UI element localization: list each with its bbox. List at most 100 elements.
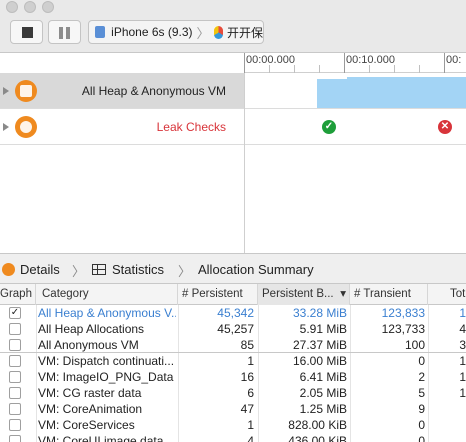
table-row[interactable]: VM: Dispatch continuati... 1 16.00 MiB 0 1	[0, 353, 466, 369]
total-count-cell: 3	[459, 338, 466, 352]
ruler-minor-tick	[394, 65, 395, 73]
graph-checkbox[interactable]: ✓	[9, 307, 21, 319]
graph-checkbox[interactable]	[9, 419, 21, 431]
track-name: All Heap & Anonymous VM	[81, 83, 226, 98]
persistent-bytes-cell: 5.91 MiB	[299, 322, 347, 336]
track-leak-checks[interactable]: Leak Checks	[0, 109, 244, 145]
time-ruler[interactable]: 00:00.000 00:10.000 00:	[244, 53, 466, 73]
persistent-bytes-cell: 33.28 MiB	[292, 306, 347, 320]
table-row[interactable]: ✓ All Heap & Anonymous V... 45,342 33.28 Mi…	[0, 305, 466, 321]
persistent-count-cell: 1	[247, 418, 254, 432]
track-name: Leak Checks	[156, 119, 226, 134]
leak-check-ok-icon[interactable]: ✓	[322, 120, 336, 134]
persistent-count-cell: 4	[247, 434, 254, 442]
chevron-right-icon: 〉	[72, 264, 86, 279]
transient-count-cell: 5	[418, 386, 425, 400]
app-name: 开开保	[226, 25, 263, 40]
ruler-minor-tick	[369, 65, 370, 73]
ruler-minor-tick	[269, 65, 270, 73]
table-row[interactable]: VM: CoreServices 1 828.00 KiB 0	[0, 417, 466, 433]
sort-descending-icon: ▾	[340, 288, 346, 300]
category-cell: VM: CoreAnimation	[38, 402, 143, 416]
graph-checkbox[interactable]	[9, 355, 21, 367]
column-header-category[interactable]: Category	[36, 284, 178, 305]
category-cell: VM: CG raster data	[38, 386, 142, 400]
toolbar: iPhone 6s (9.3) 〉 开开保	[0, 0, 466, 53]
track-graph-all-heap[interactable]	[245, 73, 466, 109]
persistent-count-cell: 16	[240, 370, 254, 384]
graph-checkbox[interactable]	[9, 387, 21, 399]
persistent-bytes-cell: 16.00 MiB	[292, 354, 347, 368]
persistent-count-cell: 85	[240, 338, 254, 352]
pause-icon-bar	[66, 27, 70, 39]
track-graph-leak-checks[interactable]: ✓ ✕	[245, 109, 466, 145]
chevron-right-icon: 〉	[178, 264, 192, 279]
target-selector[interactable]: iPhone 6s (9.3) 〉 开开保	[88, 20, 264, 44]
ruler-minor-tick	[294, 65, 295, 73]
table-row[interactable]: VM: CoreUI image data 4 436.00 KiB 0	[0, 433, 466, 442]
allocations-icon	[15, 79, 37, 102]
transient-count-cell: 0	[418, 418, 425, 432]
transient-count-cell: 0	[418, 434, 425, 442]
ruler-label: 00:00.000	[246, 54, 295, 66]
total-count-cell: 1	[459, 354, 466, 368]
persistent-bytes-cell: 27.37 MiB	[292, 338, 347, 352]
breadcrumb-separator: 〉	[196, 25, 210, 41]
table-row[interactable]: VM: CG raster data 6 2.05 MiB 5 1	[0, 385, 466, 401]
stop-icon	[22, 27, 33, 38]
transient-count-cell: 100	[404, 338, 425, 352]
persistent-count-cell: 6	[247, 386, 254, 400]
jumpbar-details[interactable]: Details	[20, 262, 60, 277]
category-cell: VM: Dispatch continuati...	[38, 354, 175, 368]
ruler-tick	[244, 53, 245, 73]
device-name: iPhone 6s (9.3)	[111, 25, 193, 39]
total-count-cell: 1	[459, 386, 466, 400]
category-cell: All Anonymous VM	[38, 338, 139, 352]
graph-checkbox[interactable]	[9, 339, 21, 351]
ruler-label: 00:10.000	[346, 54, 395, 66]
graph-checkbox[interactable]	[9, 371, 21, 383]
jumpbar-statistics[interactable]: Statistics	[112, 262, 164, 277]
transient-count-cell: 123,733	[381, 322, 425, 336]
zoom-window-button[interactable]	[42, 1, 54, 13]
ruler-tick	[444, 53, 445, 73]
table-row[interactable]: All Heap Allocations 45,257 5.91 MiB 123,73…	[0, 321, 466, 337]
allocation-graph	[317, 77, 466, 108]
transient-count-cell: 123,833	[381, 306, 425, 320]
graph-checkbox[interactable]	[9, 435, 21, 442]
column-header-label: Persistent B...	[262, 288, 334, 300]
table-row[interactable]: All Anonymous VM 85 27.37 MiB 100 3	[0, 337, 466, 353]
transient-count-cell: 0	[418, 354, 425, 368]
total-count-cell	[430, 417, 466, 433]
persistent-bytes-cell: 1.25 MiB	[299, 402, 347, 416]
ruler-minor-tick	[419, 65, 420, 73]
column-header-total[interactable]: Tot	[428, 284, 466, 305]
transient-count-cell: 9	[418, 402, 425, 416]
minimize-window-button[interactable]	[24, 1, 36, 13]
pause-recording-button[interactable]	[48, 20, 81, 44]
disclosure-triangle-icon[interactable]	[3, 122, 9, 131]
timeline-area: 00:00.000 00:10.000 00: All Heap & Anony…	[0, 53, 466, 253]
total-count-cell	[430, 401, 466, 417]
column-header-transient[interactable]: # Transient	[350, 284, 428, 305]
table-icon	[92, 264, 106, 275]
column-header-persistent[interactable]: # Persistent	[178, 284, 258, 305]
table-row[interactable]: VM: ImageIO_PNG_Data 16 6.41 MiB 2 1	[0, 369, 466, 385]
column-header-persistent-bytes[interactable]: Persistent B... ▾	[258, 284, 350, 305]
stop-recording-button[interactable]	[10, 20, 43, 44]
graph-checkbox[interactable]	[9, 323, 21, 335]
allocations-icon	[2, 263, 15, 276]
table-row[interactable]: VM: CoreAnimation 47 1.25 MiB 9	[0, 401, 466, 417]
track-all-heap[interactable]: All Heap & Anonymous VM	[0, 73, 244, 109]
column-header-graph[interactable]: Graph	[0, 284, 36, 305]
leaks-icon	[15, 115, 37, 138]
close-window-button[interactable]	[6, 1, 18, 13]
jumpbar-allocation-summary[interactable]: Allocation Summary	[198, 262, 314, 277]
total-count-cell: 1	[459, 370, 466, 384]
ruler-label: 00:	[446, 54, 462, 66]
disclosure-triangle-icon[interactable]	[3, 86, 9, 95]
leak-found-icon[interactable]: ✕	[438, 120, 452, 134]
persistent-bytes-cell: 2.05 MiB	[299, 386, 347, 400]
graph-checkbox[interactable]	[9, 403, 21, 415]
persistent-count-cell: 45,342	[217, 306, 254, 320]
